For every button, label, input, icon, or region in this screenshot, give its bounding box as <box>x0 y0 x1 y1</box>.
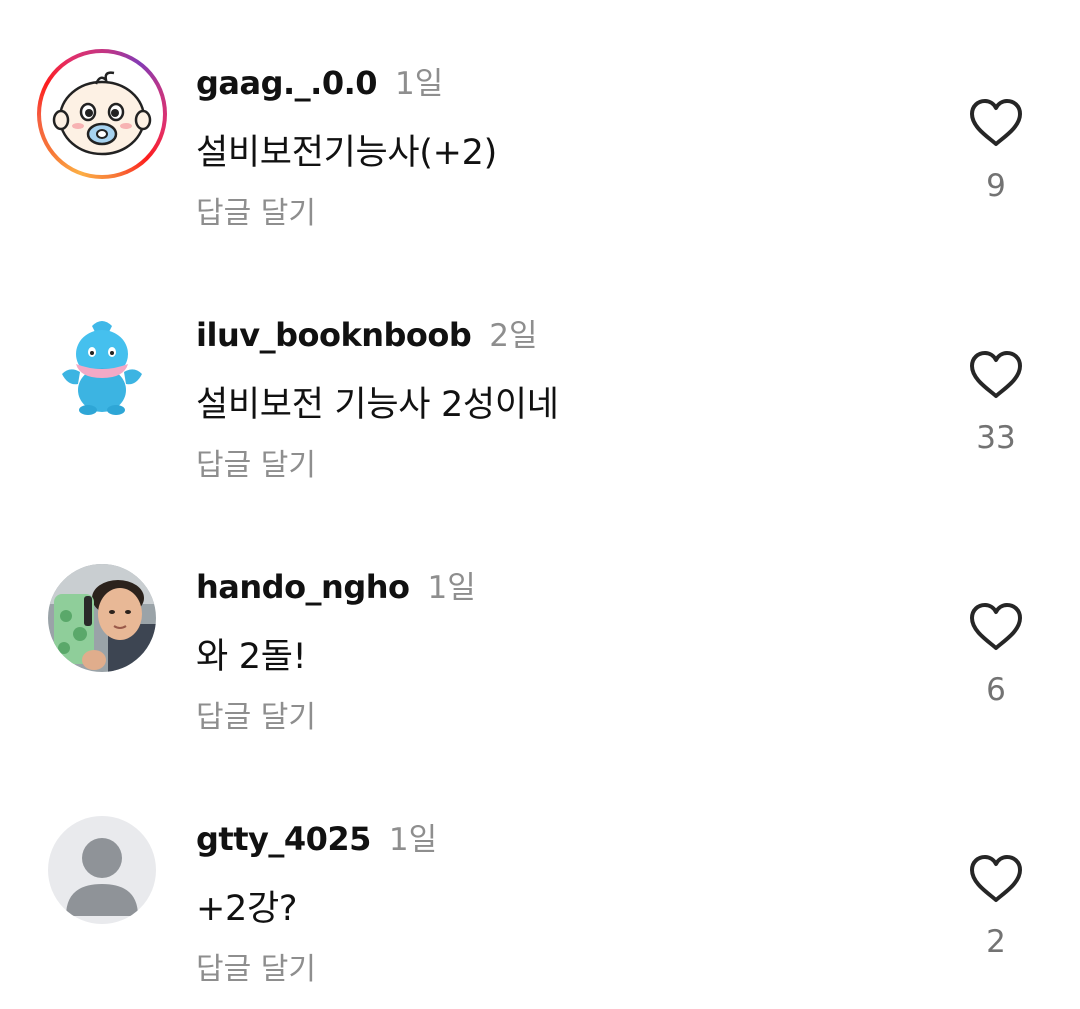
heart-outline-icon <box>970 603 1022 650</box>
avatar[interactable] <box>48 312 156 420</box>
username[interactable]: gtty_4025 <box>196 820 371 858</box>
selfie-photo-avatar <box>48 564 156 672</box>
avatar-container <box>48 312 156 420</box>
comment-text: +2강? <box>196 889 298 929</box>
username[interactable]: iluv_booknboob <box>196 316 472 354</box>
heart-outline-icon <box>970 99 1022 146</box>
comment-time: 1일 <box>427 570 476 606</box>
like-button[interactable] <box>968 98 1024 148</box>
comment-text: 와 2돌! <box>196 637 307 677</box>
heart-outline-icon <box>970 351 1022 398</box>
avatar[interactable] <box>48 816 156 924</box>
comment-item: iluv_booknboob 2일 설비보전 기능사 2성이네 답글 달기 33 <box>0 252 1080 504</box>
like-button[interactable] <box>968 854 1024 904</box>
avatar[interactable] <box>48 564 156 672</box>
comment-time: 2일 <box>489 318 538 354</box>
comment-time: 1일 <box>395 66 444 102</box>
baby-cartoon-avatar <box>48 60 156 168</box>
like-button[interactable] <box>968 602 1024 652</box>
reply-button[interactable]: 답글 달기 <box>196 944 316 988</box>
comment-meta: gaag._.0.0 1일 <box>196 58 443 102</box>
comment-meta: hando_ngho 1일 <box>196 562 476 606</box>
comment-text: 설비보전 기능사 2성이네 <box>196 385 559 425</box>
comment-text: 설비보전기능사(+2) <box>196 133 498 173</box>
like-button[interactable] <box>968 350 1024 400</box>
reply-button[interactable]: 답글 달기 <box>196 440 316 484</box>
heart-outline-icon <box>970 855 1022 902</box>
reply-button[interactable]: 답글 달기 <box>196 188 316 232</box>
like-count: 9 <box>986 168 1006 204</box>
default-user-avatar <box>48 816 156 924</box>
comment-item: hando_ngho 1일 와 2돌! 답글 달기 6 <box>0 504 1080 756</box>
comment-meta: iluv_booknboob 2일 <box>196 310 538 354</box>
comment-meta: gtty_4025 1일 <box>196 814 437 858</box>
like-count: 2 <box>986 924 1006 960</box>
avatar[interactable] <box>48 60 156 168</box>
comment-time: 1일 <box>388 822 438 858</box>
avatar-container <box>48 564 156 672</box>
comment-item: gtty_4025 1일 +2강? 답글 달기 2 <box>0 756 1080 1008</box>
comment-item: gaag._.0.0 1일 설비보전기능사(+2) 답글 달기 9 <box>0 0 1080 252</box>
avatar-container <box>48 816 156 924</box>
username[interactable]: gaag._.0.0 <box>196 64 378 102</box>
like-count: 33 <box>976 420 1016 456</box>
reply-button[interactable]: 답글 달기 <box>196 692 316 736</box>
username[interactable]: hando_ngho <box>196 568 410 606</box>
like-count: 6 <box>986 672 1006 708</box>
blue-plush-avatar <box>48 312 156 420</box>
avatar-container <box>37 49 167 179</box>
